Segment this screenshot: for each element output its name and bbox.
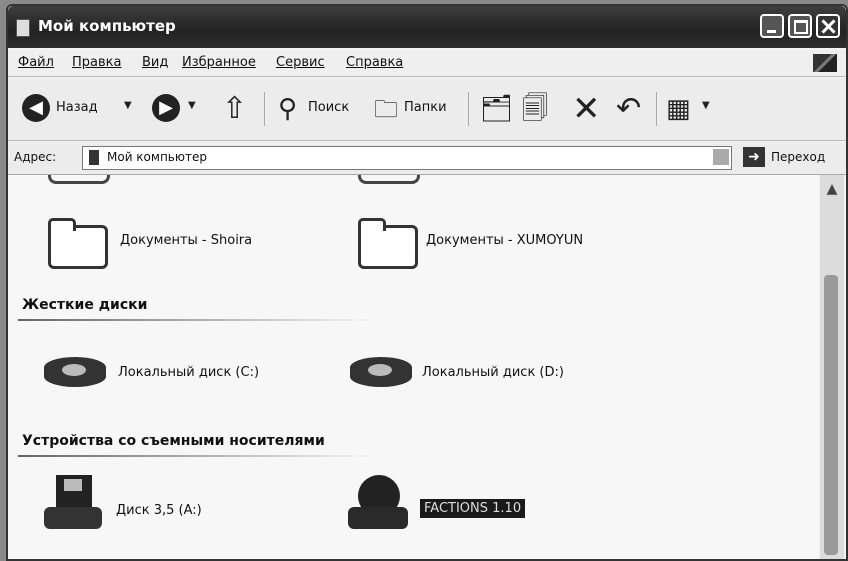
window-title: Мой компьютер — [38, 17, 176, 35]
item-label: Локальный диск (C:) — [118, 365, 260, 380]
copy-to-icon: 🗐 — [522, 94, 548, 124]
item-label-selected: FACTIONS 1.10 — [420, 499, 526, 518]
menu-help[interactable]: Справка — [346, 55, 403, 70]
menu-edit[interactable]: Правка — [72, 55, 121, 70]
group-divider — [18, 319, 378, 321]
computer-icon — [89, 150, 99, 165]
group-divider — [18, 455, 378, 457]
toolbar: Назад ▼ ▼ ⇧ ⚲ Поиск 🗀 Папки 🗂 🗐 ✕ — [8, 78, 846, 141]
views-icon: ▦ — [666, 94, 691, 124]
search-icon: ⚲ — [278, 94, 298, 124]
vertical-scrollbar[interactable]: ▲ — [820, 175, 844, 559]
views-dropdown-icon[interactable]: ▼ — [702, 100, 710, 111]
toolbar-separator — [264, 92, 265, 126]
move-to-button[interactable]: 🗂 — [478, 78, 516, 140]
group-hard-drives: Жесткие диски — [22, 297, 148, 313]
up-button[interactable]: ⇧ — [218, 78, 258, 140]
back-label: Назад — [56, 100, 98, 115]
item-label: Документы - Shoira — [120, 233, 253, 248]
computer-icon — [16, 19, 30, 37]
cd-drive-icon — [348, 475, 408, 531]
folders-button[interactable]: 🗀 Папки — [370, 78, 464, 140]
toolbar-separator — [468, 92, 469, 126]
address-label: Адрес: — [14, 150, 57, 164]
menu-view[interactable]: Вид — [142, 55, 168, 70]
scroll-up-icon[interactable]: ▲ — [822, 179, 842, 199]
forward-button[interactable]: ▼ — [148, 78, 198, 140]
back-arrow-icon — [22, 94, 50, 122]
hard-disk-icon — [44, 357, 106, 387]
up-folder-icon: ⇧ — [222, 91, 248, 126]
back-dropdown-icon[interactable]: ▼ — [124, 100, 132, 111]
group-removable: Устройства со съемными носителями — [22, 433, 325, 449]
maximize-button[interactable] — [788, 14, 812, 38]
toolbar-separator — [656, 92, 657, 126]
folders-label: Папки — [404, 100, 447, 115]
undo-button[interactable]: ↶ — [612, 78, 650, 140]
address-value: Мой компьютер — [107, 150, 207, 164]
item-label: Диск 3,5 (A:) — [116, 503, 202, 518]
hard-disk-icon — [350, 357, 412, 387]
copy-to-button[interactable]: 🗐 — [520, 78, 558, 140]
folder-icon — [358, 218, 418, 269]
move-to-icon: 🗂 — [480, 94, 514, 124]
explorer-window: Мой компьютер Файл Правка Вид Избранное … — [6, 4, 848, 561]
folder-icon — [48, 218, 108, 269]
forward-arrow-icon — [152, 94, 180, 122]
menu-tools[interactable]: Сервис — [276, 55, 325, 70]
minimize-button[interactable] — [760, 14, 784, 38]
windows-logo-icon — [813, 54, 837, 72]
address-input[interactable]: Мой компьютер — [82, 146, 732, 170]
item-label: Локальный диск (D:) — [422, 365, 564, 380]
address-dropdown-icon[interactable] — [713, 149, 729, 165]
file-view: Документы - Shoira Документы - XUMOYUN Ж… — [8, 175, 818, 559]
floppy-drive-icon — [44, 475, 102, 531]
menu-favorites[interactable]: Избранное — [182, 55, 256, 70]
close-button[interactable] — [816, 14, 840, 38]
drive-d[interactable]: Локальный диск (D:) — [350, 347, 630, 407]
folders-icon: 🗀 — [374, 95, 398, 123]
drive-a[interactable]: Диск 3,5 (A:) — [44, 473, 284, 543]
item-label: Документы - XUMOYUN — [426, 233, 584, 248]
forward-dropdown-icon[interactable]: ▼ — [188, 100, 196, 111]
undo-icon: ↶ — [616, 91, 642, 126]
go-button[interactable]: Переход — [771, 150, 825, 164]
folder-icon — [48, 175, 110, 184]
delete-icon: ✕ — [572, 89, 601, 129]
search-label: Поиск — [308, 100, 350, 115]
search-button[interactable]: ⚲ Поиск — [274, 78, 368, 140]
menu-bar: Файл Правка Вид Избранное Сервис Справка — [8, 50, 846, 77]
menu-file[interactable]: Файл — [18, 55, 54, 70]
title-bar[interactable]: Мой компьютер — [8, 6, 846, 48]
address-bar: Адрес: Мой компьютер ➜ Переход — [8, 142, 846, 175]
folder-docs-shoira[interactable]: Документы - Shoira — [48, 213, 328, 273]
views-button[interactable]: ▦ ▼ — [664, 78, 714, 140]
scroll-thumb[interactable] — [824, 275, 838, 555]
cd-drive[interactable]: FACTIONS 1.10 — [348, 473, 608, 543]
back-button[interactable]: Назад ▼ — [18, 78, 136, 140]
drive-c[interactable]: Локальный диск (C:) — [44, 347, 324, 407]
go-arrow-icon[interactable]: ➜ — [743, 147, 765, 167]
folder-icon — [358, 175, 420, 184]
delete-button[interactable]: ✕ — [568, 78, 606, 140]
folder-docs-xumoyun[interactable]: Документы - XUMOYUN — [358, 213, 658, 273]
